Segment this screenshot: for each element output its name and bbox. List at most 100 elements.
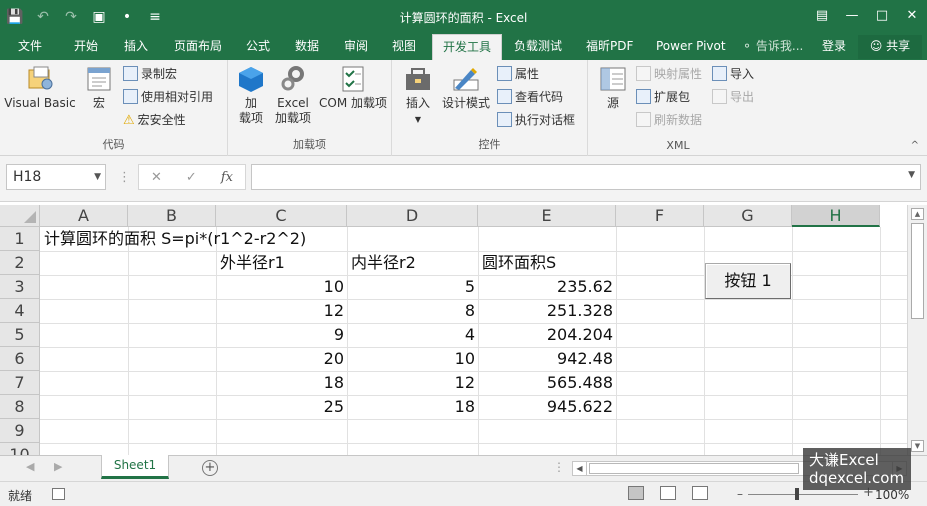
tab-data[interactable]: 数据 xyxy=(285,34,329,60)
row-header-10[interactable]: 10 xyxy=(0,443,40,455)
row-header-6[interactable]: 6 xyxy=(0,347,40,371)
macros-button[interactable]: 宏 xyxy=(82,64,116,111)
cell-r1[interactable]: 18 xyxy=(216,371,347,395)
name-box[interactable]: H18 ▼ xyxy=(6,164,106,190)
column-header-e[interactable]: E xyxy=(478,205,616,227)
tab-formulas[interactable]: 公式 xyxy=(236,34,280,60)
macro-form-button[interactable]: 按钮 1 xyxy=(705,263,791,299)
tab-insert[interactable]: 插入 xyxy=(114,34,158,60)
column-header-d[interactable]: D xyxy=(347,205,478,227)
relative-ref-button[interactable]: 使用相对引用 xyxy=(123,87,213,107)
zoom-slider[interactable] xyxy=(748,494,858,495)
close-icon[interactable]: ✕ xyxy=(897,0,927,34)
ribbon-display-icon[interactable]: ▤ xyxy=(807,0,837,34)
page-layout-view-icon[interactable] xyxy=(660,486,676,500)
row-header-5[interactable]: 5 xyxy=(0,323,40,347)
tab-developer[interactable]: 开发工具 xyxy=(432,34,503,60)
row-header-7[interactable]: 7 xyxy=(0,371,40,395)
tab-review[interactable]: 审阅 xyxy=(334,34,378,60)
cell-area[interactable]: 945.622 xyxy=(478,395,616,419)
scroll-left-icon[interactable]: ◀ xyxy=(573,462,587,475)
cell-area[interactable]: 204.204 xyxy=(478,323,616,347)
cell-r2[interactable]: 8 xyxy=(347,299,478,323)
scroll-up-icon[interactable]: ▲ xyxy=(911,208,924,220)
properties-button[interactable]: 属性 xyxy=(497,64,539,84)
visual-basic-button[interactable]: Visual Basic xyxy=(4,64,76,111)
enter-check-icon[interactable]: ✓ xyxy=(186,170,197,185)
cell-area[interactable]: 251.328 xyxy=(478,299,616,323)
design-mode-button[interactable]: 设计模式 xyxy=(440,64,492,111)
insert-function-button[interactable]: fx xyxy=(221,170,233,185)
refresh-data-button[interactable]: 刷新数据 xyxy=(636,110,702,130)
column-header-a[interactable]: A xyxy=(40,205,128,227)
tab-file[interactable]: 文件 xyxy=(8,34,52,60)
addins-button[interactable]: 加 载项 xyxy=(234,64,268,126)
zoom-slider-knob[interactable] xyxy=(795,488,799,500)
cell-e2-header[interactable]: 圆环面积S xyxy=(479,251,559,275)
com-addins-button[interactable]: COM 加载项 xyxy=(316,64,390,111)
login-link[interactable]: 登录 xyxy=(822,34,846,59)
column-header-h[interactable]: H xyxy=(792,205,880,227)
cell-r2[interactable]: 10 xyxy=(347,347,478,371)
row-header-9[interactable]: 9 xyxy=(0,419,40,443)
row-header-4[interactable]: 4 xyxy=(0,299,40,323)
cell-area[interactable]: 565.488 xyxy=(478,371,616,395)
worksheet-grid[interactable]: A B C D E F G H 1 2 3 4 5 6 7 8 9 10 计算圆… xyxy=(0,205,907,455)
cell-area[interactable]: 942.48 xyxy=(478,347,616,371)
macro-security-button[interactable]: ⚠ 宏安全性 xyxy=(123,110,186,130)
cell-a1-title[interactable]: 计算圆环的面积 S=pi*(r1^2-r2^2) xyxy=(41,227,309,251)
row-header-1[interactable]: 1 xyxy=(0,227,40,251)
vertical-scrollbar[interactable]: ▲ ▼ xyxy=(907,205,927,455)
map-properties-button[interactable]: 映射属性 xyxy=(636,64,702,84)
vertical-scroll-thumb[interactable] xyxy=(911,223,924,319)
maximize-icon[interactable]: □ xyxy=(867,0,897,34)
xml-export-button[interactable]: 导出 xyxy=(712,87,754,107)
expand-formula-icon[interactable]: ▼ xyxy=(908,170,915,180)
chevron-down-icon[interactable]: ▼ xyxy=(94,165,101,189)
split-grip-icon[interactable]: ⋮ xyxy=(553,460,565,474)
cancel-icon[interactable]: ✕ xyxy=(151,170,162,185)
insert-control-button[interactable]: 插入 ▼ xyxy=(400,64,436,127)
formula-bar-grip-icon[interactable]: ⋮ xyxy=(118,170,131,185)
column-header-g[interactable]: G xyxy=(704,205,792,227)
row-header-2[interactable]: 2 xyxy=(0,251,40,275)
tab-foxit-pdf[interactable]: 福昕PDF xyxy=(576,34,643,60)
zoom-out-icon[interactable]: – xyxy=(737,488,743,500)
xml-import-button[interactable]: 导入 xyxy=(712,64,754,84)
horizontal-scroll-thumb[interactable] xyxy=(589,463,799,474)
xml-source-button[interactable]: 源 xyxy=(594,64,632,111)
tab-view[interactable]: 视图 xyxy=(382,34,426,60)
collapse-ribbon-icon[interactable]: ^ xyxy=(911,140,919,151)
prev-sheet-icon[interactable]: ◀ xyxy=(26,460,34,473)
formula-input[interactable]: ▼ xyxy=(251,164,921,190)
cell-r1[interactable]: 20 xyxy=(216,347,347,371)
add-sheet-icon[interactable]: + xyxy=(202,460,218,476)
view-code-button[interactable]: 查看代码 xyxy=(497,87,563,107)
run-dialog-button[interactable]: 执行对话框 xyxy=(497,110,575,130)
select-all-button[interactable] xyxy=(0,205,40,227)
cell-r2[interactable]: 18 xyxy=(347,395,478,419)
cell-r1[interactable]: 25 xyxy=(216,395,347,419)
tab-page-layout[interactable]: 页面布局 xyxy=(164,34,232,60)
tell-me-box[interactable]: ⚬ 告诉我... xyxy=(742,34,803,60)
macro-recording-icon[interactable] xyxy=(52,488,65,500)
cell-d2-header[interactable]: 内半径r2 xyxy=(348,251,419,275)
zoom-percentage[interactable]: 100% xyxy=(875,488,909,502)
expansion-packs-button[interactable]: 扩展包 xyxy=(636,87,690,107)
column-header-c[interactable]: C xyxy=(216,205,347,227)
cell-r1[interactable]: 12 xyxy=(216,299,347,323)
cell-c2-header[interactable]: 外半径r1 xyxy=(217,251,288,275)
column-header-f[interactable]: F xyxy=(616,205,704,227)
cell-r2[interactable]: 12 xyxy=(347,371,478,395)
share-button[interactable]: ☺ 共享 xyxy=(858,35,922,59)
column-header-b[interactable]: B xyxy=(128,205,216,227)
cell-r2[interactable]: 4 xyxy=(347,323,478,347)
cell-r1[interactable]: 9 xyxy=(216,323,347,347)
sheet-tab-sheet1[interactable]: Sheet1 xyxy=(101,455,169,479)
cell-r2[interactable]: 5 xyxy=(347,275,478,299)
cell-r1[interactable]: 10 xyxy=(216,275,347,299)
row-header-3[interactable]: 3 xyxy=(0,275,40,299)
tab-load-test[interactable]: 负载测试 xyxy=(504,34,572,60)
next-sheet-icon[interactable]: ▶ xyxy=(54,460,62,473)
row-header-8[interactable]: 8 xyxy=(0,395,40,419)
